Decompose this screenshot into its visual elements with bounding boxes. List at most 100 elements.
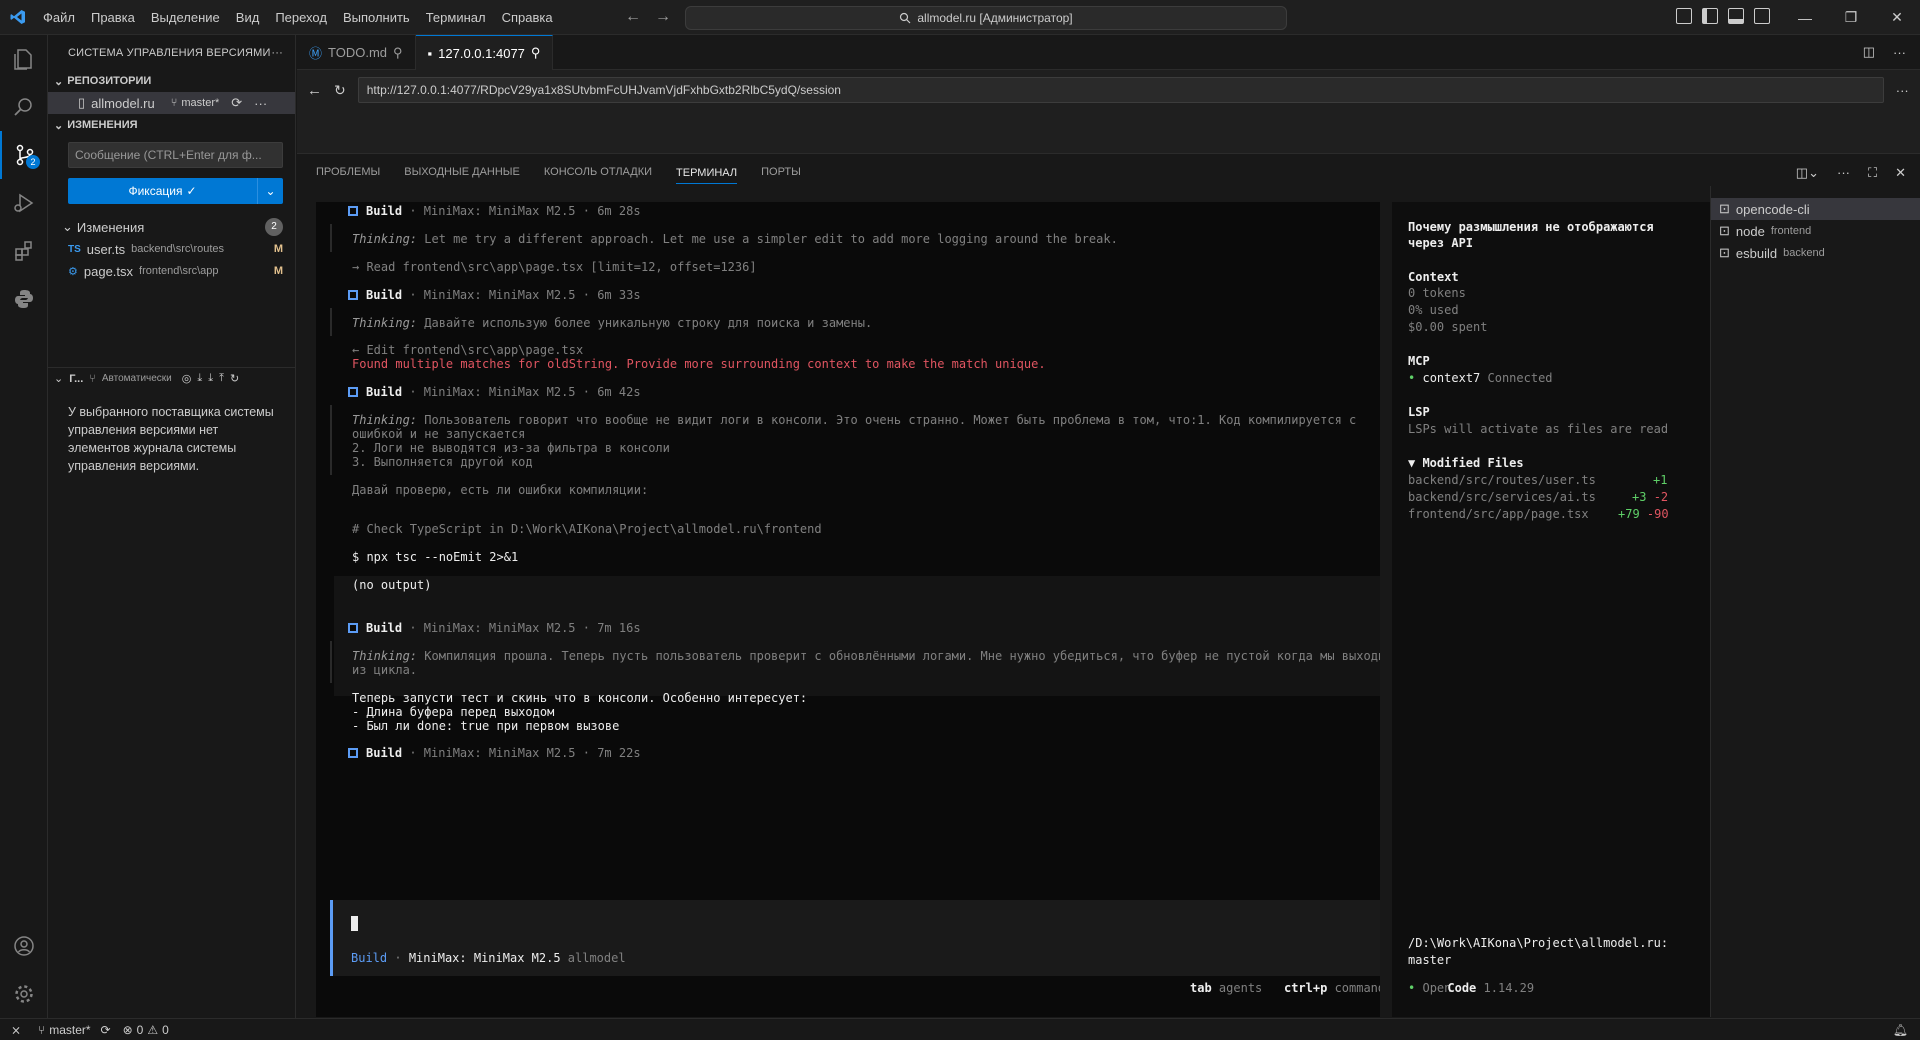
menu-run[interactable]: Выполнить [335,0,418,35]
changes-section-label: ИЗМЕНЕНИЯ [67,119,138,131]
maximize-panel-icon[interactable]: ⛶ [1868,165,1877,181]
bash-output: (no output) [352,578,432,592]
thinking-text: ошибкой и не запускается [352,427,526,441]
graph-section-header[interactable]: ⌄ Г... ⑂ Автоматически ◎ ⤓ ⤓ ⤒ ↻ [48,367,296,389]
back-arrow-icon[interactable]: ← [625,8,641,26]
opencode-version: • OpenCode 1.14.29 [1408,981,1534,995]
close-panel-icon[interactable]: ✕ [1895,165,1906,181]
more-actions-icon[interactable]: ··· [1837,165,1850,180]
source-control-icon[interactable]: 2 [0,131,48,179]
error-count: 0 [136,1022,144,1037]
target-icon[interactable]: ◎ [182,372,192,385]
changes-group[interactable]: ⌄ Изменения 2 [48,216,295,238]
terminal-item[interactable]: ⊡ opencode-cli [1711,198,1920,220]
explorer-icon[interactable] [0,35,48,83]
remote-indicator-icon[interactable]: ⨯ [0,1019,32,1040]
reload-icon[interactable]: ↻ [334,82,346,99]
layout-controls [1676,8,1770,24]
menu-view[interactable]: Вид [228,0,268,35]
minimize-icon[interactable]: — [1782,0,1828,35]
tab-browser[interactable]: ▪ 127.0.0.1:4077 ⚲ [415,35,554,70]
tab-ports[interactable]: ПОРТЫ [761,155,801,190]
status-problems[interactable]: ⊗ 0 ⚠ 0 [117,1023,175,1037]
changed-file-row[interactable]: ⚙ page.tsx frontend\src\app M [48,260,295,282]
changes-section-header[interactable]: ⌄ ИЗМЕНЕНИЯ [48,114,295,136]
tab-output[interactable]: ВЫХОДНЫЕ ДАННЫЕ [404,155,520,190]
search-view-icon[interactable] [0,83,48,131]
commit-main-button[interactable]: Фиксация ✓ [68,178,257,204]
tab-terminal[interactable]: ТЕРМИНАЛ [676,162,738,184]
sync-icon[interactable]: ⟳ [101,1023,111,1037]
extensions-icon[interactable] [0,227,48,275]
deletions: -2 [1653,490,1669,504]
thinking-label: Thinking: [352,232,418,246]
mcp-name: context7 [1422,371,1481,385]
command-center[interactable]: allmodel.ru [Администратор] [685,6,1287,30]
answer-text: - Был ли done: true при первом вызове [352,719,620,733]
commit-label: Фиксация [128,184,183,198]
close-window-icon[interactable]: ✕ [1874,0,1920,35]
tab-problems[interactable]: ПРОБЛЕМЫ [316,155,380,190]
customize-layout-icon[interactable] [1676,8,1692,24]
bash-comment: # Check TypeScript in D:\Work\AIKona\Pro… [352,522,822,536]
repositories-header[interactable]: ⌄ РЕПОЗИТОРИИ [48,70,295,92]
commit-message-input[interactable]: Сообщение (CTRL+Enter для ф... [68,142,283,168]
notifications-bell-icon[interactable]: 🔔︎ [1887,1023,1920,1037]
fetch-icon[interactable]: ⤓ [197,372,202,385]
tab-debug-console[interactable]: КОНСОЛЬ ОТЛАДКИ [544,155,652,190]
python-icon[interactable] [0,275,48,323]
menu-edit[interactable]: Правка [83,0,143,35]
modified-files-header[interactable]: ▼ Modified Files [1408,456,1524,470]
more-actions-icon[interactable]: ··· [1893,45,1906,60]
sync-icon[interactable]: ⟳ [231,95,242,111]
error-icon: ⊗ [122,1022,133,1037]
modified-file-path: backend/src/routes/user.ts [1408,473,1596,487]
terminal-name: esbuild [1735,245,1778,261]
prompt-model[interactable]: MiniMax: MiniMax M2.5 [409,951,561,965]
graph-mode[interactable]: Автоматически [102,373,172,384]
prompt-agent[interactable]: Build [351,951,387,965]
terminal-item[interactable]: ⊡ esbuild backend [1711,242,1920,264]
status-branch[interactable]: ⑂ master* ⟳ [32,1023,117,1037]
more-actions-icon[interactable]: ··· [271,47,283,59]
back-arrow-icon[interactable]: ← [307,82,322,99]
url-input[interactable]: http://127.0.0.1:4077/RDpcV29ya1x8SUtvbm… [357,77,1884,103]
tab-todo[interactable]: Ⓜ TODO.md ⚲ [297,35,416,70]
manage-gear-icon[interactable] [0,970,48,1018]
toggle-panel-icon[interactable] [1728,8,1744,24]
run-debug-icon[interactable] [0,179,48,227]
branch-icon: ⑂ [38,1022,46,1037]
forward-arrow-icon[interactable]: → [655,8,671,26]
context-tokens: 0 tokens [1408,286,1466,300]
repo-more-icon[interactable]: ··· [254,96,267,111]
menu-terminal[interactable]: Терминал [418,0,494,35]
terminal-item[interactable]: ⊡ node frontend [1711,220,1920,242]
push-icon[interactable]: ⤒ [219,372,224,385]
changed-file-row[interactable]: TS user.ts backend\src\routes M [48,238,295,260]
menu-selection[interactable]: Выделение [143,0,228,35]
pin-icon[interactable]: ⚲ [393,45,403,61]
pull-icon[interactable]: ⤓ [208,372,213,385]
activity-bar: 2 [0,35,48,1018]
simple-browser-toolbar: ← ↻ http://127.0.0.1:4077/RDpcV29ya1x8SU… [297,70,1920,110]
split-editor-icon[interactable]: ◫ [1863,44,1875,60]
pin-icon[interactable]: ⚲ [531,45,541,61]
file-name: page.tsx [83,263,134,279]
repository-row[interactable]: ▯ allmodel.ru ⑂ master* ⟳ ··· [48,92,295,114]
terminal-output[interactable]: Build · MiniMax: MiniMax M2.5 · 6m 28s T… [316,202,1380,1017]
refresh-icon[interactable]: ↻ [230,372,239,385]
menu-go[interactable]: Переход [267,0,335,35]
menu-file[interactable]: Файл [35,0,83,35]
menu-help[interactable]: Справка [494,0,561,35]
commit-dropdown-button[interactable]: ⌄ [257,178,283,204]
repo-branch[interactable]: ⑂ master* [171,97,220,109]
restore-icon[interactable]: ❐ [1828,0,1874,35]
build-meta: · MiniMax: MiniMax M2.5 · 6m 42s [409,385,641,399]
account-icon[interactable] [0,922,48,970]
more-actions-icon[interactable]: ··· [1896,83,1909,98]
split-terminal-icon[interactable]: ◫⌄ [1796,165,1819,181]
sidebar-title-row: СИСТЕМА УПРАВЛЕНИЯ ВЕРСИЯМИ ··· [48,35,295,70]
toggle-sidebar-icon[interactable] [1702,8,1718,24]
toggle-secondary-sidebar-icon[interactable] [1754,8,1770,24]
source-control-badge: 2 [26,155,40,169]
